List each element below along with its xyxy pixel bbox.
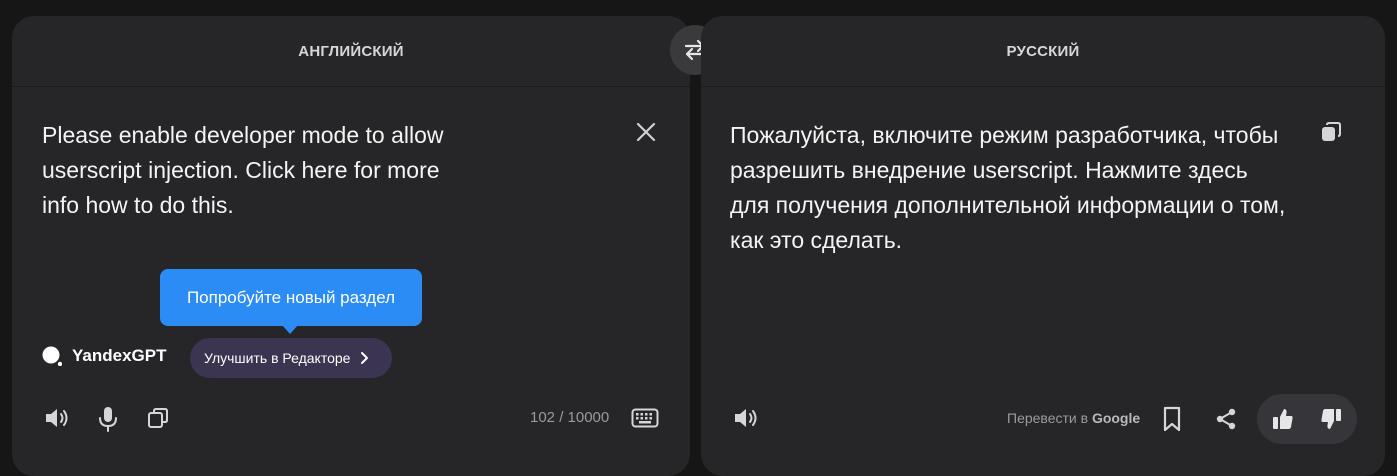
improve-in-editor-label: Улучшить в Редакторе (204, 350, 351, 366)
keyboard-icon[interactable] (630, 405, 660, 431)
character-counter: 102 / 10000 (530, 409, 610, 426)
copy-icon[interactable] (144, 404, 172, 432)
bookmark-icon[interactable] (1159, 404, 1185, 434)
chevron-right-icon (361, 352, 369, 364)
source-text-input[interactable]: Please enable developer mode to allow us… (42, 118, 462, 223)
share-icon[interactable] (1212, 405, 1240, 433)
thumbs-down-icon[interactable] (1317, 405, 1345, 433)
source-language-selector[interactable]: АНГЛИЙСКИЙ (12, 16, 690, 87)
source-language-label: АНГЛИЙСКИЙ (298, 42, 404, 60)
copy-icon[interactable] (1317, 118, 1345, 146)
improve-in-editor-button[interactable]: Улучшить в Редакторе (190, 338, 392, 378)
source-panel: АНГЛИЙСКИЙ Please enable developer mode … (12, 16, 690, 476)
translation-output: Пожалуйста, включите режим разработчика,… (730, 122, 1286, 253)
speaker-icon[interactable] (731, 404, 763, 432)
new-section-tooltip[interactable]: Попробуйте новый раздел (160, 269, 422, 334)
yandexgpt-logo-icon (42, 346, 62, 366)
target-panel: РУССКИЙ Пожалуйста, включите режим разра… (701, 16, 1385, 476)
microphone-icon[interactable] (95, 404, 121, 434)
close-icon[interactable] (632, 118, 660, 146)
speaker-icon[interactable] (42, 404, 74, 432)
google-brand: Google (1091, 410, 1141, 426)
target-language-selector[interactable]: РУССКИЙ (701, 16, 1385, 87)
translate-in-google-link[interactable]: Перевести в Google (1007, 410, 1140, 426)
translate-google-prefix: Перевести в (1007, 410, 1092, 426)
yandexgpt-label: YandexGPT (72, 346, 167, 365)
rating-group (1257, 394, 1357, 444)
thumbs-up-icon[interactable] (1269, 405, 1297, 433)
tooltip-text: Попробуйте новый раздел (186, 287, 396, 307)
target-language-label: РУССКИЙ (1006, 42, 1080, 60)
